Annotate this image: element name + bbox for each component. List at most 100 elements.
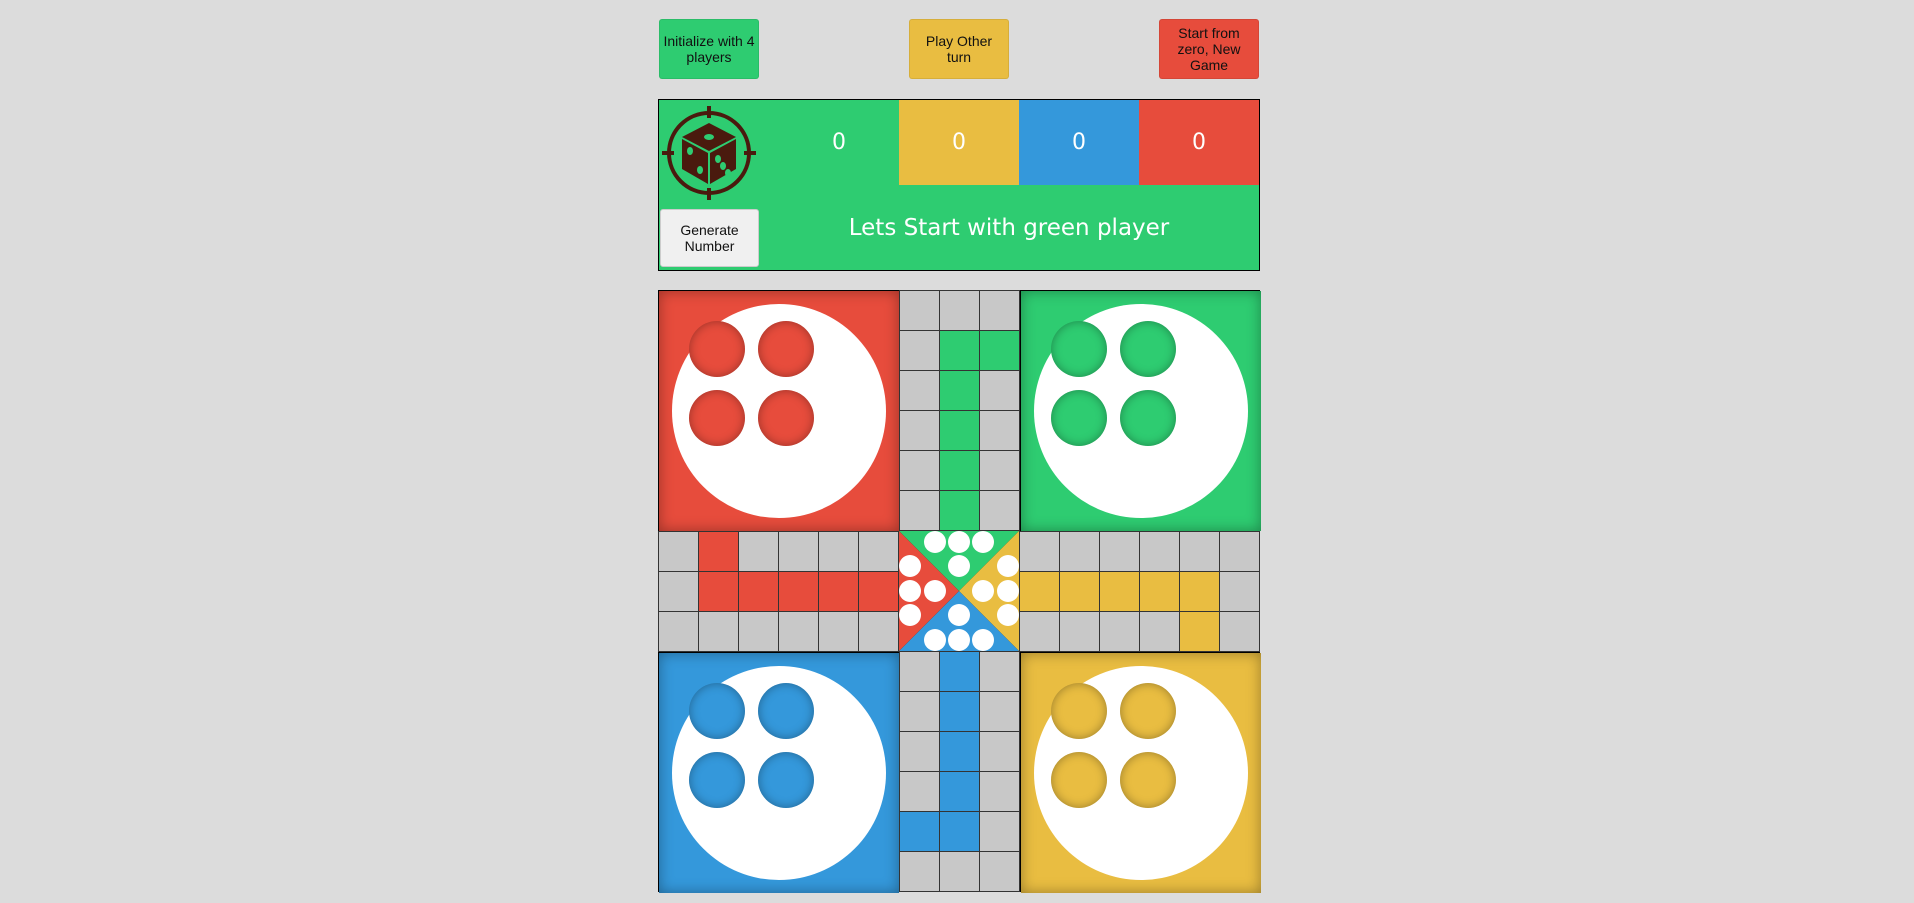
track-cell[interactable]	[818, 531, 859, 572]
track-cell[interactable]	[979, 811, 1020, 852]
generate-number-button[interactable]: Generate Number	[660, 209, 759, 267]
track-cell[interactable]	[899, 811, 940, 852]
blue-pawn[interactable]	[758, 752, 814, 808]
track-cell[interactable]	[899, 691, 940, 732]
track-cell[interactable]	[1019, 531, 1060, 572]
track-cell[interactable]	[979, 651, 1020, 692]
yellow-pawn[interactable]	[1051, 683, 1107, 739]
track-cell[interactable]	[939, 851, 980, 892]
track-cell[interactable]	[939, 731, 980, 772]
track-cell[interactable]	[899, 330, 940, 371]
track-cell[interactable]	[899, 450, 940, 491]
track-cell[interactable]	[1099, 571, 1140, 612]
center-token	[924, 531, 946, 553]
track-cell[interactable]	[899, 651, 940, 692]
track-cell[interactable]	[738, 531, 779, 572]
track-cell[interactable]	[939, 410, 980, 451]
track-cell[interactable]	[1059, 531, 1100, 572]
track-cell[interactable]	[658, 611, 699, 652]
track-cell[interactable]	[979, 370, 1020, 411]
track-cell[interactable]	[939, 771, 980, 812]
track-cell[interactable]	[858, 531, 899, 572]
track-cell[interactable]	[1019, 571, 1060, 612]
track-cell[interactable]	[658, 531, 699, 572]
red-pawn[interactable]	[758, 321, 814, 377]
track-cell[interactable]	[1219, 531, 1260, 572]
track-cell[interactable]	[939, 370, 980, 411]
track-cell[interactable]	[778, 611, 819, 652]
new-game-button[interactable]: Start from zero, New Game	[1159, 19, 1259, 79]
track-cell[interactable]	[939, 691, 980, 732]
center-token	[924, 580, 946, 602]
green-pawn[interactable]	[1120, 321, 1176, 377]
track-cell[interactable]	[1059, 611, 1100, 652]
blue-pawn[interactable]	[689, 752, 745, 808]
track-cell[interactable]	[979, 450, 1020, 491]
track-cell[interactable]	[698, 571, 739, 612]
red-pawn[interactable]	[758, 390, 814, 446]
home-red	[659, 291, 899, 531]
track-cell[interactable]	[738, 571, 779, 612]
center-token	[948, 629, 970, 651]
initialize-button[interactable]: Initialize with 4 players	[659, 19, 759, 79]
track-cell[interactable]	[1139, 611, 1180, 652]
yellow-pawn[interactable]	[1120, 752, 1176, 808]
track-cell[interactable]	[979, 731, 1020, 772]
track-cell[interactable]	[738, 611, 779, 652]
track-cell[interactable]	[979, 410, 1020, 451]
track-cell[interactable]	[778, 571, 819, 612]
track-cell[interactable]	[698, 611, 739, 652]
track-cell[interactable]	[1219, 571, 1260, 612]
track-cell[interactable]	[698, 531, 739, 572]
track-cell[interactable]	[939, 651, 980, 692]
track-cell[interactable]	[899, 370, 940, 411]
track-cell[interactable]	[1179, 571, 1220, 612]
center-token	[899, 555, 921, 577]
score-red: 0	[1139, 100, 1259, 185]
track-cell[interactable]	[979, 490, 1020, 531]
yellow-pawn[interactable]	[1120, 683, 1176, 739]
track-cell[interactable]	[1059, 571, 1100, 612]
track-cell[interactable]	[778, 531, 819, 572]
red-pawn[interactable]	[689, 390, 745, 446]
green-pawn[interactable]	[1120, 390, 1176, 446]
track-cell[interactable]	[979, 290, 1020, 331]
track-cell[interactable]	[899, 771, 940, 812]
track-cell[interactable]	[1219, 611, 1260, 652]
center-token	[997, 604, 1019, 626]
track-cell[interactable]	[899, 410, 940, 451]
track-cell[interactable]	[979, 851, 1020, 892]
green-pawn[interactable]	[1051, 390, 1107, 446]
red-pawn[interactable]	[689, 321, 745, 377]
track-cell[interactable]	[939, 290, 980, 331]
track-cell[interactable]	[899, 290, 940, 331]
track-cell[interactable]	[818, 611, 859, 652]
green-pawn[interactable]	[1051, 321, 1107, 377]
track-cell[interactable]	[1099, 531, 1140, 572]
track-cell[interactable]	[939, 330, 980, 371]
track-cell[interactable]	[858, 611, 899, 652]
track-cell[interactable]	[899, 490, 940, 531]
track-cell[interactable]	[858, 571, 899, 612]
play-other-turn-button[interactable]: Play Other turn	[909, 19, 1009, 79]
track-cell[interactable]	[1019, 611, 1060, 652]
track-cell[interactable]	[939, 450, 980, 491]
track-cell[interactable]	[979, 771, 1020, 812]
track-cell[interactable]	[939, 811, 980, 852]
track-cell[interactable]	[939, 490, 980, 531]
yellow-pawn[interactable]	[1051, 752, 1107, 808]
track-cell[interactable]	[1139, 531, 1180, 572]
blue-pawn[interactable]	[689, 683, 745, 739]
track-cell[interactable]	[899, 731, 940, 772]
track-cell[interactable]	[818, 571, 859, 612]
track-cell[interactable]	[979, 330, 1020, 371]
track-cell[interactable]	[1099, 611, 1140, 652]
track-cell[interactable]	[899, 851, 940, 892]
track-cell[interactable]	[658, 571, 699, 612]
track-cell[interactable]	[1179, 531, 1220, 572]
blue-pawn[interactable]	[758, 683, 814, 739]
score-blue: 0	[1019, 100, 1139, 185]
track-cell[interactable]	[1139, 571, 1180, 612]
track-cell[interactable]	[1179, 611, 1220, 652]
track-cell[interactable]	[979, 691, 1020, 732]
